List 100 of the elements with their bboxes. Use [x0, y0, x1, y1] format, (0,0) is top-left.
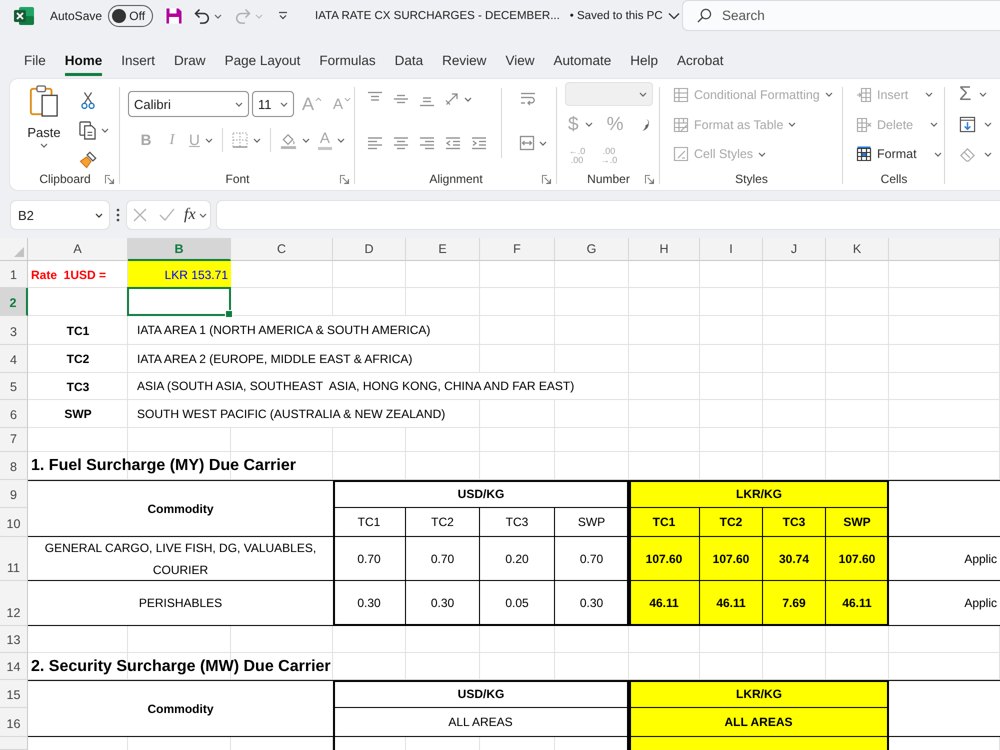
row-header[interactable]: 3	[0, 316, 28, 345]
table-header: TC3	[480, 508, 555, 537]
spreadsheet-logo-icon[interactable]	[13, 5, 35, 27]
row-header[interactable]: 15	[0, 680, 28, 708]
row-header[interactable]: 13	[0, 626, 28, 653]
menu-tab[interactable]: Help	[630, 44, 658, 76]
table-header: USD/KG	[333, 480, 629, 508]
undo-icon	[193, 7, 212, 25]
column-header[interactable]: H	[629, 238, 700, 261]
menu-tab[interactable]: Insert	[121, 44, 156, 76]
table-header: LKR/KG	[629, 480, 889, 508]
group-label: Styles	[735, 172, 768, 186]
section-title: 2. Security Surcharge (MW) Due Carrier	[30, 658, 331, 676]
group-label: Alignment	[429, 172, 483, 186]
table-cell: 46.11	[629, 581, 700, 626]
eraser-icon	[959, 146, 976, 163]
column-header[interactable]: K	[826, 238, 889, 261]
check-icon	[159, 208, 176, 222]
caret-icon	[984, 122, 992, 127]
column-header[interactable]: A	[28, 238, 128, 261]
column-header[interactable]: B	[128, 238, 231, 261]
table-cell: GENERAL CARGO, LIVE FISH, DG, VALUABLES, COURIER	[28, 537, 333, 581]
dialog-launcher-icon[interactable]	[105, 174, 114, 184]
save-status[interactable]: • Saved to this PC	[570, 10, 680, 22]
area-code: TC3	[66, 378, 90, 396]
format-cells-button[interactable]: Format	[856, 139, 945, 170]
menu-tab[interactable]: Automate	[553, 44, 612, 76]
group-label: Cells	[880, 172, 908, 186]
menu-tab[interactable]: View	[505, 44, 534, 76]
caret-icon	[302, 138, 310, 142]
group-label: Clipboard	[39, 172, 91, 186]
paste-button[interactable]: Paste	[22, 84, 66, 164]
undo-button[interactable]	[193, 7, 222, 25]
autosum-button[interactable]: Σ	[959, 80, 1000, 110]
column-header[interactable]: C	[231, 238, 333, 261]
knob-icon	[112, 9, 126, 23]
redo-button[interactable]	[234, 7, 264, 25]
row-header[interactable]: 2	[0, 288, 28, 316]
table-cell: 107.60	[826, 537, 889, 581]
clipboard-icon	[29, 84, 59, 118]
save-icon[interactable]	[165, 7, 184, 25]
caret-icon	[824, 92, 833, 98]
menu-tab[interactable]: Acrobat	[677, 44, 724, 76]
column-header[interactable]: E	[406, 238, 480, 261]
menu-tab[interactable]: Formulas	[319, 44, 376, 76]
insert-function-button[interactable]: fx	[184, 206, 207, 224]
formula-input[interactable]	[216, 200, 1000, 230]
row-header[interactable]: 11	[0, 537, 28, 581]
section-title: 1. Fuel Surcharge (MY) Due Carrier	[30, 457, 296, 475]
caret-icon	[280, 102, 288, 106]
menu-tab[interactable]: Data	[394, 44, 424, 76]
caret-down-icon	[344, 97, 352, 102]
menu-tab[interactable]: Page Layout	[224, 44, 300, 76]
caret-up-icon	[315, 97, 322, 102]
more-options-icon[interactable]	[116, 208, 120, 222]
column-header[interactable]: I	[700, 238, 763, 261]
table-cell: 7.69	[763, 581, 826, 626]
row-header[interactable]: 10	[0, 508, 28, 537]
delete-cells-icon	[856, 116, 872, 132]
menu-tab[interactable]: Review	[442, 44, 486, 76]
active-cell[interactable]	[127, 287, 231, 316]
row-header[interactable]: 5	[0, 373, 28, 400]
table-cell: 107.60	[700, 537, 763, 581]
search-field[interactable]: Search	[682, 0, 1000, 31]
name-box[interactable]: B2	[10, 200, 110, 230]
caret-icon	[984, 152, 992, 157]
paintbrush-icon	[79, 151, 97, 169]
column-header[interactable]: F	[480, 238, 555, 261]
autosave-label: AutoSave	[50, 9, 102, 23]
row-header[interactable]: 1	[0, 261, 28, 288]
column-header[interactable]: G	[555, 238, 629, 261]
dialog-launcher-icon[interactable]	[542, 174, 551, 184]
fill-handle[interactable]	[225, 310, 233, 318]
caret-icon	[198, 212, 207, 218]
table-cell: 46.11	[700, 581, 763, 626]
table-grid-icon	[673, 86, 689, 103]
font-name-dropdown[interactable]: Calibri	[128, 91, 249, 117]
menu-tab[interactable]: Draw	[174, 44, 206, 76]
menu-tab[interactable]: File	[24, 44, 46, 76]
row-header[interactable]: 4	[0, 345, 28, 373]
copy-icon	[79, 120, 96, 140]
row-header[interactable]: 8	[0, 452, 28, 480]
row-header[interactable]: 6	[0, 400, 28, 428]
column-header[interactable]: J	[763, 238, 826, 261]
dialog-launcher-icon[interactable]	[645, 174, 654, 184]
rate-value: LKR 153.71	[128, 261, 231, 288]
dialog-launcher-icon[interactable]	[340, 174, 349, 184]
row-header[interactable]: 7	[0, 428, 28, 452]
caret-icon	[101, 128, 109, 132]
table-header: TC2	[406, 508, 480, 537]
row-header[interactable]: 9	[0, 480, 28, 508]
table-header: USD/KG	[333, 680, 629, 708]
column-header[interactable]: D	[333, 238, 406, 261]
row-header[interactable]: 12	[0, 581, 28, 626]
font-size-dropdown[interactable]: 11	[252, 91, 294, 117]
row-header[interactable]: 16	[0, 708, 28, 737]
group-label: Font	[225, 172, 250, 186]
row-header[interactable]: 14	[0, 653, 28, 680]
customize-icon[interactable]	[277, 10, 290, 22]
autosave-toggle[interactable]: Off	[108, 5, 154, 27]
